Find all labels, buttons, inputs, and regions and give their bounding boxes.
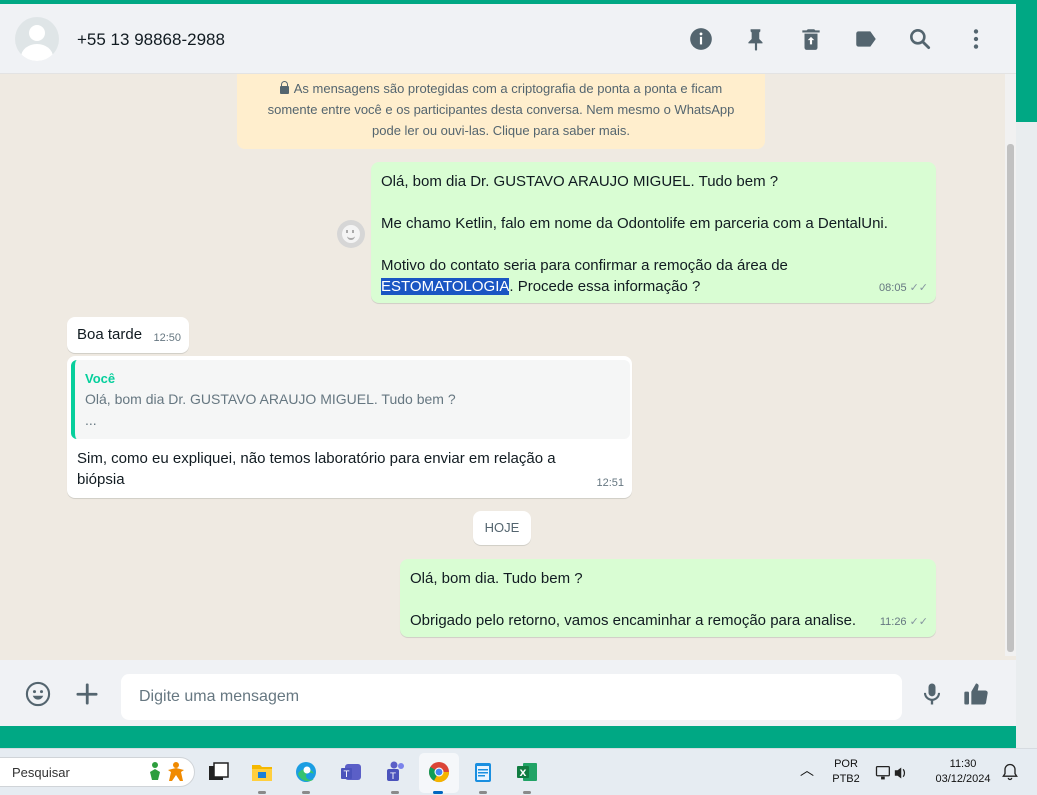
window-accent-strip [1016,0,1037,122]
excel-icon[interactable]: X [515,760,539,784]
svg-text:T: T [389,772,396,782]
encryption-notice[interactable]: As mensagens são protegidas com a cripto… [237,74,765,149]
window-side-gutter [1016,122,1037,748]
message-text: Me chamo Ketlin, falo em nome da Odontol… [381,215,888,232]
quote-text: ... [85,412,97,428]
message-text: Olá, bom dia Dr. GUSTAVO ARAUJO MIGUEL. … [381,173,779,190]
chevron-up-icon[interactable]: ︿ [800,763,814,778]
message-text: . Procede essa informação ? [509,278,701,295]
taskbar: Pesquisar T T X ︿ POR PTB2 11:30 03/12/2… [0,748,1037,795]
quoted-message[interactable]: Você Olá, bom dia Dr. GUSTAVO ARAUJO MIG… [71,360,630,439]
taskbar-active-indicator [433,791,443,794]
message-text: Motivo do contato seria para confirmar a… [381,257,788,274]
keyboard-layout: PTB2 [832,773,860,785]
message-text: biópsia [77,471,125,488]
pin-icon[interactable] [743,26,769,52]
message-time: 08:05 [879,282,907,294]
taskbar-running-indicator [523,791,531,794]
message-incoming-1[interactable]: Boa tarde 12:50 [67,317,189,353]
copilot-people-icon[interactable] [146,760,188,784]
message-incoming-2[interactable]: Você Olá, bom dia Dr. GUSTAVO ARAUJO MIG… [67,356,632,498]
notification-bell-icon[interactable] [1000,762,1020,782]
message-outgoing-2[interactable]: Olá, bom dia. Tudo bem ? Obrigado pelo r… [400,559,936,637]
message-outgoing-1[interactable]: Olá, bom dia Dr. GUSTAVO ARAUJO MIGUEL. … [371,162,936,303]
message-time: 12:51 [596,477,624,489]
edge-browser-icon[interactable] [294,760,318,784]
clock-date: 03/12/2024 [935,773,991,785]
svg-text:X: X [520,769,527,779]
emoji-reaction-icon[interactable] [337,220,365,248]
chat-scrollbar-thumb[interactable] [1007,144,1014,652]
quote-text: Olá, bom dia Dr. GUSTAVO ARAUJO MIGUEL. … [85,391,456,407]
encryption-line-1: As mensagens são protegidas com a cripto… [293,81,723,96]
taskbar-running-indicator [258,791,266,794]
taskbar-running-indicator [391,791,399,794]
delete-icon[interactable] [798,26,824,52]
message-time: 11:26 [879,616,907,628]
clock-time: 11:30 [949,758,977,770]
chat-header: +55 13 98868-2988 [0,4,1016,74]
network-volume-icon[interactable] [873,762,913,786]
quote-author: Você [85,371,116,386]
system-clock[interactable]: 11:30 03/12/2024 [930,757,996,787]
microphone-icon[interactable] [918,680,946,708]
message-input[interactable] [121,674,902,720]
label-icon[interactable] [853,26,879,52]
language-indicator[interactable]: POR PTB2 [830,757,862,787]
taskbar-search-label: Pesquisar [12,765,70,780]
lock-icon [279,81,289,94]
message-text: Olá, bom dia. Tudo bem ? [410,570,583,587]
message-text: Sim, como eu expliquei, não temos labora… [77,450,556,467]
teams-icon[interactable]: T [339,760,363,784]
encryption-line-2: somente entre você e os participantes de… [267,102,735,117]
composer-bar [0,660,1016,726]
message-time: 12:50 [153,332,181,344]
selected-text: ESTOMATOLOGIA [381,278,510,295]
svg-text:T: T [343,770,350,780]
thumbs-up-icon[interactable] [962,680,990,708]
double-check-icon: ✓✓ [909,616,928,628]
emoji-icon[interactable] [24,680,52,708]
message-text: Obrigado pelo retorno, vamos encaminhar … [410,612,857,629]
notepad-icon[interactable] [471,760,495,784]
menu-icon[interactable] [963,26,989,52]
language-code: POR [834,758,858,770]
chrome-icon[interactable] [427,760,451,784]
date-divider: HOJE [473,511,531,545]
teams-work-icon[interactable]: T [383,760,407,784]
double-check-icon: ✓✓ [909,282,928,294]
taskbar-running-indicator [479,791,487,794]
search-icon[interactable] [907,26,933,52]
file-explorer-icon[interactable] [250,760,274,784]
attach-plus-icon[interactable] [73,680,101,708]
task-view-icon[interactable] [206,760,230,784]
taskbar-running-indicator [302,791,310,794]
info-icon[interactable] [688,26,714,52]
encryption-line-3: pode ler ou ouvi-las. Clique para saber … [372,123,630,138]
chat-window: +55 13 98868-2988 As mensagens são prote… [0,4,1016,726]
contact-avatar[interactable] [15,17,59,61]
contact-name[interactable]: +55 13 98868-2988 [77,30,225,50]
